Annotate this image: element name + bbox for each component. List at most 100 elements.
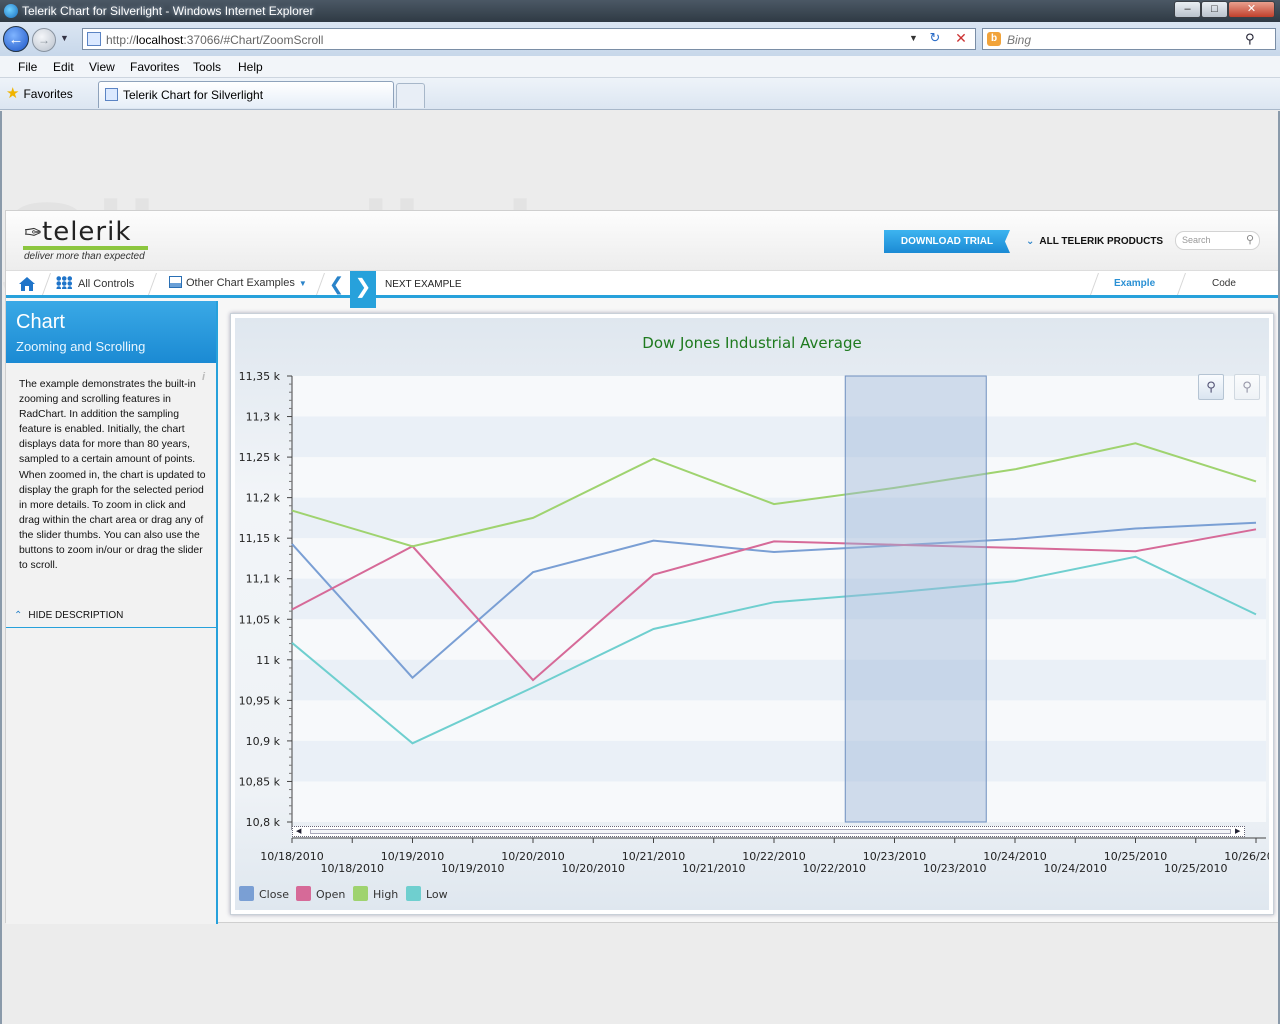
bing-icon: b xyxy=(987,32,1001,46)
grid-band xyxy=(292,659,1266,701)
recent-pages-dropdown-icon[interactable]: ▼ xyxy=(60,33,69,43)
menu-view[interactable]: View xyxy=(89,60,115,74)
chevron-up-icon: ⌃ xyxy=(14,610,23,621)
site-search-placeholder: Search xyxy=(1182,235,1211,245)
tab-code[interactable]: Code xyxy=(1212,278,1236,289)
next-example-link[interactable]: NEXT EXAMPLE xyxy=(385,279,462,290)
new-tab-button[interactable] xyxy=(396,83,425,108)
browser-tab-active[interactable]: Telerik Chart for Silverlight xyxy=(98,81,394,108)
x-tick-label: 10/18/2010 xyxy=(260,850,323,863)
zoom-selection-rect xyxy=(844,375,987,823)
menu-file[interactable]: File xyxy=(18,60,37,74)
address-dropdown-icon[interactable]: ▼ xyxy=(909,33,918,43)
site-search-input[interactable]: Search ⚲ xyxy=(1175,231,1260,250)
chart-area[interactable]: Dow Jones Industrial Average 11,35 k 11,3 … xyxy=(235,318,1269,910)
legend-swatch xyxy=(239,886,254,901)
legend-item-low: Low xyxy=(406,886,448,901)
menu-help[interactable]: Help xyxy=(238,60,263,74)
menu-favorites[interactable]: Favorites xyxy=(130,60,179,74)
x-tick-label: 10/21/2010 xyxy=(682,862,745,875)
example-description: The example demonstrates the built-in zo… xyxy=(19,379,206,572)
address-bar[interactable]: http://localhost:37066/#Chart/ZoomScroll… xyxy=(82,28,976,50)
legend-swatch xyxy=(296,886,311,901)
nav-divider xyxy=(41,273,52,295)
demo-application: ✑ telerik deliver more than expected DOW… xyxy=(5,210,1278,924)
legend-label: High xyxy=(373,888,399,901)
telerik-logo[interactable]: telerik xyxy=(42,217,131,247)
scroll-left-arrow-icon[interactable]: ◀ xyxy=(296,827,301,835)
back-button[interactable]: ← xyxy=(3,26,29,52)
browser-tab-title: Telerik Chart for Silverlight xyxy=(123,88,264,102)
close-window-button[interactable]: ✕ xyxy=(1228,1,1275,18)
grid-band xyxy=(292,416,1266,458)
search-placeholder: Bing xyxy=(1007,33,1032,47)
other-chart-examples-dropdown[interactable]: Other Chart Examples ▼ xyxy=(169,276,307,289)
description-sidebar: Chart Zooming and Scrolling i The exampl… xyxy=(6,301,218,924)
telerik-logo-mark-icon: ✑ xyxy=(24,220,43,245)
bing-search-box[interactable]: b Bing ⚲ xyxy=(982,28,1276,50)
x-tick-label: 10/25/2010 xyxy=(1164,862,1227,875)
url-rest: :37066/#Chart/ZoomScroll xyxy=(183,33,324,47)
y-tick-label: 11,2 k xyxy=(246,492,281,505)
other-examples-label: Other Chart Examples xyxy=(186,277,295,289)
internet-explorer-icon xyxy=(4,4,18,18)
chevron-down-icon: ▼ xyxy=(298,279,307,288)
chart-scrollbar[interactable]: ◀ ▶ xyxy=(292,826,1245,837)
y-tick-label: 11,15 k xyxy=(239,532,281,545)
stop-icon[interactable]: ✕ xyxy=(951,30,971,48)
nav-divider xyxy=(1089,273,1100,295)
refresh-icon[interactable]: ↻ xyxy=(925,30,945,48)
y-tick-label: 10,8 k xyxy=(246,816,281,829)
address-toolbar: ← → ▼ http://localhost:37066/#Chart/Zoom… xyxy=(0,22,1280,56)
grid-band xyxy=(292,619,1266,660)
url-prefix: http:// xyxy=(106,33,137,47)
all-telerik-products-link[interactable]: ⌄ ALL TELERIK PRODUCTS xyxy=(1026,236,1163,247)
scroll-thumb[interactable] xyxy=(310,829,1231,834)
x-tick-label: 10/20/2010 xyxy=(501,850,564,863)
menu-tools[interactable]: Tools xyxy=(193,60,221,74)
menu-edit[interactable]: Edit xyxy=(53,60,74,74)
maximize-button[interactable]: □ xyxy=(1201,1,1228,18)
x-tick-label: 10/23/2010 xyxy=(923,862,986,875)
nav-divider xyxy=(147,273,158,295)
x-tick-label: 10/24/2010 xyxy=(1044,862,1107,875)
grid-band xyxy=(292,740,1266,782)
sidebar-title: Chart xyxy=(16,311,65,333)
search-icon[interactable]: ⚲ xyxy=(1245,31,1255,47)
star-icon: ★ xyxy=(6,85,20,102)
site-header: ✑ telerik deliver more than expected DOW… xyxy=(6,211,1278,272)
search-icon[interactable]: ⚲ xyxy=(1246,233,1254,246)
sidebar-header: Chart Zooming and Scrolling xyxy=(6,301,216,363)
y-tick-label: 11,05 k xyxy=(239,613,281,626)
download-trial-button[interactable]: DOWNLOAD TRIAL xyxy=(884,230,1010,253)
grid-band xyxy=(292,700,1266,741)
menu-bar: File Edit View Favorites Tools Help xyxy=(0,56,1280,78)
tab-example[interactable]: Example xyxy=(1114,278,1155,289)
nav-divider xyxy=(1176,273,1187,295)
all-controls-link[interactable]: All Controls xyxy=(56,276,134,290)
chart-plot-svg[interactable]: Dow Jones Industrial Average 11,35 k 11,3 … xyxy=(235,318,1269,910)
scroll-right-arrow-icon[interactable]: ▶ xyxy=(1235,827,1240,835)
next-example-arrow-button[interactable]: ❯ xyxy=(350,271,376,308)
address-url[interactable]: http://localhost:37066/#Chart/ZoomScroll xyxy=(106,33,323,47)
y-tick-label: 11,25 k xyxy=(239,451,281,464)
previous-example-button[interactable]: ❮ xyxy=(329,274,344,295)
grid-band xyxy=(292,781,1266,822)
favorites-button[interactable]: ★ Favorites xyxy=(6,84,73,104)
x-tick-label: 10/19/2010 xyxy=(381,850,444,863)
forward-button[interactable]: → xyxy=(32,28,56,52)
home-icon[interactable] xyxy=(18,276,36,292)
favorites-bar: ★ Favorites Telerik Chart for Silverlight xyxy=(0,78,1280,110)
legend-swatch xyxy=(406,886,421,901)
hide-description-button[interactable]: ⌃ HIDE DESCRIPTION xyxy=(14,610,123,621)
products-label: ALL TELERIK PRODUCTS xyxy=(1039,236,1164,247)
zoom-out-button[interactable]: ⚲ xyxy=(1234,374,1260,400)
y-tick-label: 11 k xyxy=(256,654,280,667)
minimize-button[interactable]: – xyxy=(1174,1,1201,18)
legend-label: Open xyxy=(316,888,346,901)
zoom-out-icon: ⚲ xyxy=(1242,379,1252,394)
zoom-in-button[interactable]: ⚲ xyxy=(1198,374,1224,400)
grid-icon xyxy=(56,276,72,289)
x-tick-label: 10/22/2010 xyxy=(742,850,805,863)
x-tick-label: 10/23/2010 xyxy=(863,850,926,863)
